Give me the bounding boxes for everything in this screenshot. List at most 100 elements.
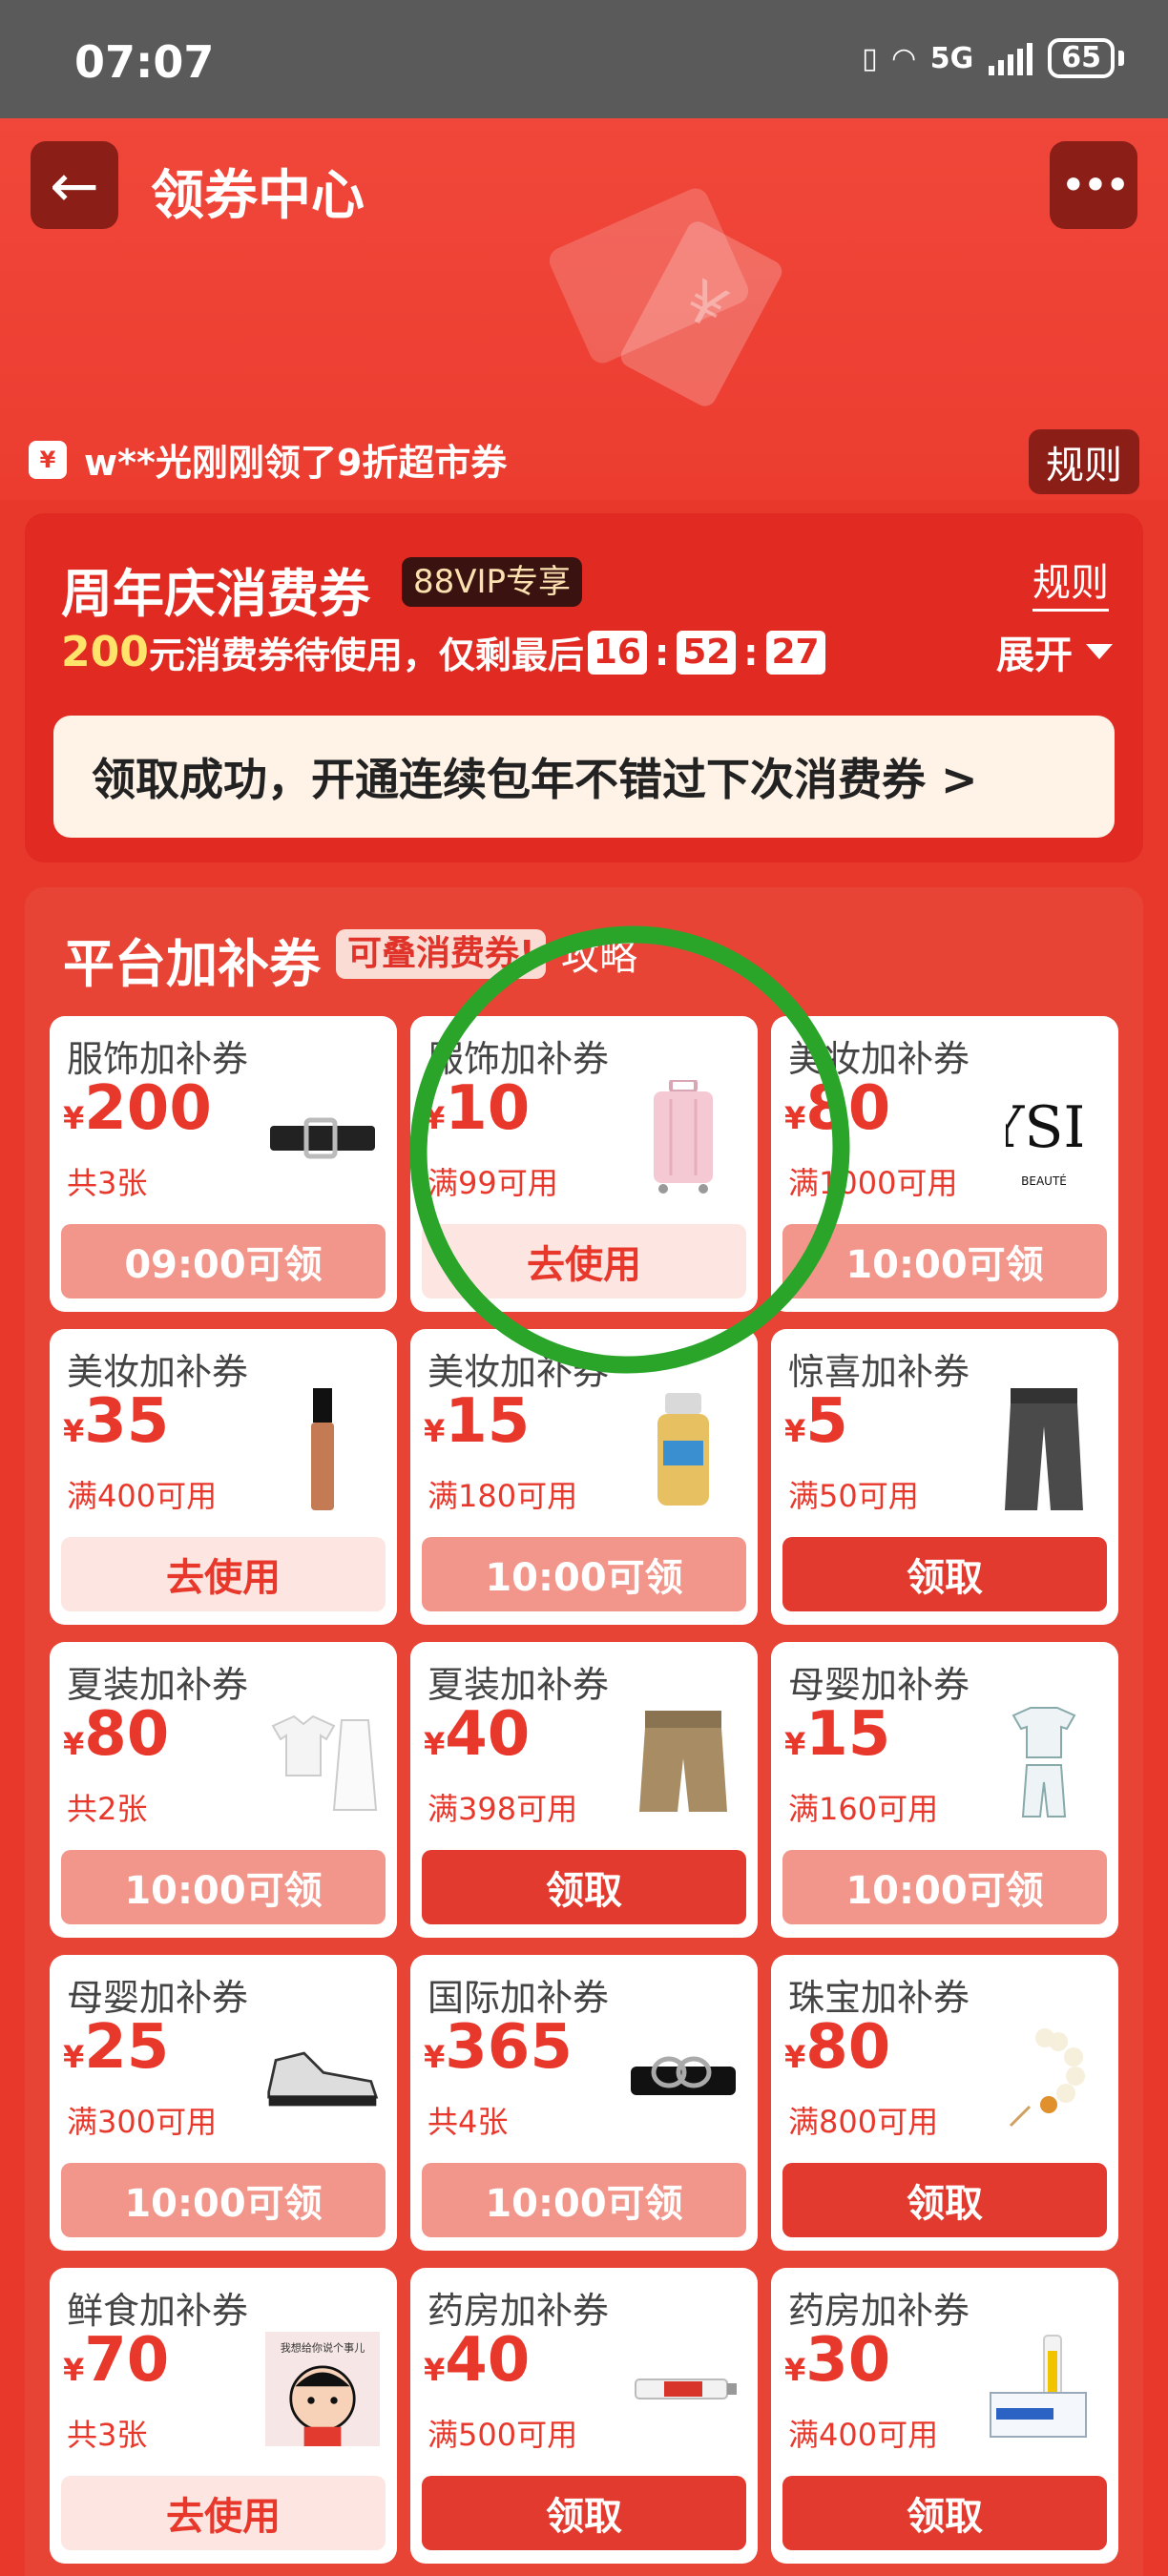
guide-link[interactable]: 攻略 (561, 925, 637, 981)
vip-badge: 88VIP专享 (402, 557, 583, 607)
coupon-grid: 服饰加补券 ¥200 共3张 09:00可领 服饰加补券 ¥10 满99可用 去使用 美妆加补券… (50, 1016, 1118, 2564)
coupon-price: ¥80 (784, 1073, 890, 1144)
coupon-amount: 40 (445, 1699, 531, 1770)
coupon-price: ¥40 (424, 2325, 530, 2396)
coupon-card[interactable]: 美妆加补券 ¥15 满180可用 10:00可领 (410, 1329, 758, 1625)
coupon-condition: 满400可用 (788, 2417, 939, 2453)
anniversary-rules-link[interactable]: 规则 (1032, 551, 1109, 612)
belt-icon (265, 1075, 380, 1199)
coupon-price: ¥70 (63, 2325, 169, 2396)
hero-header: ← 领券中心 ••• ¥ ¥ w**光刚刚领了9折超市券 规则 (0, 118, 1168, 500)
yen-symbol: ¥ (63, 1413, 85, 1449)
coupon-action-button[interactable]: 去使用 (61, 1537, 386, 1611)
coupon-condition: 满398可用 (428, 1791, 578, 1827)
yen-symbol: ¥ (784, 1100, 806, 1136)
coupon-condition: 满99可用 (428, 1165, 558, 1201)
coupon-amount: 80 (84, 1699, 170, 1770)
coupon-action-button[interactable]: 09:00可领 (61, 1224, 386, 1298)
coupon-action-button[interactable]: 领取 (782, 2476, 1107, 2550)
coupon-card[interactable]: 服饰加补券 ¥200 共3张 09:00可领 (50, 1016, 397, 1312)
coupon-amount: 15 (445, 1386, 531, 1457)
coupon-price: ¥15 (784, 1699, 890, 1770)
expand-button[interactable]: 展开 (996, 624, 1113, 679)
coupon-action-button[interactable]: 去使用 (422, 1224, 746, 1298)
coupon-card[interactable]: 药房加补券 ¥30 满400可用 领取 (771, 2268, 1118, 2564)
coupon-action-button[interactable]: 领取 (782, 1537, 1107, 1611)
status-time: 07:07 (74, 36, 215, 88)
coupon-card[interactable]: 母婴加补券 ¥15 满160可用 10:00可领 (771, 1642, 1118, 1938)
coupon-card[interactable]: 母婴加补券 ¥25 满300可用 10:00可领 (50, 1955, 397, 2251)
coupon-action-button[interactable]: 10:00可领 (422, 1537, 746, 1611)
ysl-logo-icon: YSL BEAUTÉ (987, 1075, 1101, 1199)
coupon-amount: 365 (445, 2012, 573, 2083)
rules-button[interactable]: 规则 (1029, 429, 1139, 494)
pants-icon (987, 1388, 1101, 1512)
anniversary-title: 周年庆消费券 (61, 564, 370, 624)
wifi-icon: ◠ (892, 41, 915, 75)
blouse-skirt-icon (265, 1701, 380, 1825)
bracelet-icon (987, 2014, 1101, 2138)
coupon-action-button[interactable]: 去使用 (61, 2476, 386, 2550)
yen-symbol: ¥ (424, 1413, 446, 1449)
coupon-action-button[interactable]: 10:00可领 (61, 2163, 386, 2237)
luxury-belt-icon (626, 2014, 740, 2138)
coupon-action-button[interactable]: 领取 (422, 2476, 746, 2550)
yen-symbol: ¥ (63, 1100, 85, 1136)
coupon-condition: 满400可用 (67, 1478, 218, 1514)
coupon-card[interactable]: 服饰加补券 ¥10 满99可用 去使用 (410, 1016, 758, 1312)
coupon-action-button[interactable]: 10:00可领 (782, 1850, 1107, 1924)
yen-symbol: ¥ (63, 2039, 85, 2075)
coupon-card[interactable]: 夏装加补券 ¥40 满398可用 领取 (410, 1642, 758, 1938)
yen-symbol: ¥ (424, 2039, 446, 2075)
signal-icon (989, 41, 1033, 75)
coupon-action-button[interactable]: 领取 (422, 1850, 746, 1924)
coupon-condition: 满180可用 (428, 1478, 578, 1514)
yen-symbol: ¥ (784, 2352, 806, 2388)
coupon-condition: 共4张 (428, 2104, 509, 2140)
coupon-amount: 15 (805, 1699, 891, 1770)
back-button[interactable]: ← (31, 141, 118, 229)
coupon-action-button[interactable]: 10:00可领 (61, 1850, 386, 1924)
coupon-card[interactable]: 夏装加补券 ¥80 共2张 10:00可领 (50, 1642, 397, 1938)
coupon-amount: 30 (805, 2325, 891, 2396)
coupon-card[interactable]: 美妆加补券 ¥35 满400可用 去使用 (50, 1329, 397, 1625)
countdown-seconds: 27 (765, 630, 825, 675)
coupon-card[interactable]: 国际加补券 ¥365 共4张 10:00可领 (410, 1955, 758, 2251)
coupon-desc: 元消费券待使用，仅剩最后 (148, 634, 584, 676)
anniversary-coupon-panel: 周年庆消费券 88VIP专享 规则 200 元消费券待使用，仅剩最后 16 : … (25, 513, 1143, 862)
back-arrow-icon: ← (50, 150, 99, 220)
yen-symbol: ¥ (424, 1726, 446, 1762)
coupon-condition: 满50可用 (788, 1478, 919, 1514)
yen-symbol: ¥ (784, 1726, 806, 1762)
svg-text:BEAUTÉ: BEAUTÉ (1021, 1174, 1067, 1188)
yen-symbol: ¥ (63, 1726, 85, 1762)
coupon-price: ¥40 (424, 1699, 530, 1770)
more-button[interactable]: ••• (1050, 141, 1137, 229)
coupon-condition: 满500可用 (428, 2417, 578, 2453)
page-title: 领券中心 (151, 165, 365, 227)
sunscreen-icon (626, 1388, 740, 1512)
coupon-price: ¥5 (784, 1386, 848, 1457)
coupon-action-button[interactable]: 10:00可领 (782, 1224, 1107, 1298)
coupon-price: ¥15 (424, 1386, 530, 1457)
countdown-minutes: 52 (677, 630, 737, 675)
anniversary-countdown-line: 200 元消费券待使用，仅剩最后 16 : 52 : 27 (61, 626, 829, 678)
coupon-action-button[interactable]: 领取 (782, 2163, 1107, 2237)
coupon-card[interactable]: 惊喜加补券 ¥5 满50可用 领取 (771, 1329, 1118, 1625)
coupon-card[interactable]: 珠宝加补券 ¥80 满800可用 领取 (771, 1955, 1118, 2251)
status-bar: 07:07 ▯ ◠ 5G 65 (0, 0, 1168, 118)
ticker-text: w**光刚刚领了9折超市券 (84, 442, 508, 484)
yen-symbol: ¥ (784, 1413, 806, 1449)
coupon-price: ¥30 (784, 2325, 890, 2396)
coupon-condition: 满1000可用 (788, 1165, 958, 1201)
coupon-action-button[interactable]: 10:00可领 (422, 2163, 746, 2237)
coupon-card[interactable]: 美妆加补券¥80满1000可用YSLBEAUTÉ10:00可领 (771, 1016, 1118, 1312)
coupon-card[interactable]: 鲜食加补券 ¥70 共3张 我想给你说个事儿 去使用 (50, 2268, 397, 2564)
coupon-card[interactable]: 药房加补券 ¥40 满500可用 领取 (410, 2268, 758, 2564)
coupon-amount: 10 (445, 1073, 531, 1144)
coupon-price: ¥80 (63, 1699, 169, 1770)
subscribe-banner[interactable]: 领取成功，开通连续包年不错过下次消费券 > (53, 716, 1115, 838)
yen-icon: ¥ (29, 440, 67, 479)
coupon-price: ¥25 (63, 2012, 169, 2083)
countdown-separator: : (654, 631, 670, 674)
